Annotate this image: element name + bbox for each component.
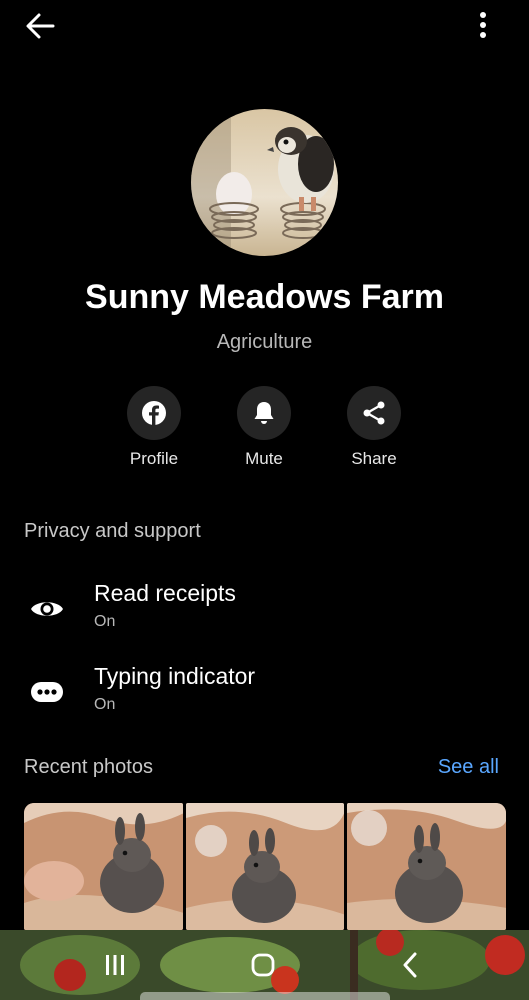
avatar[interactable]: [191, 109, 338, 256]
profile-action-circle[interactable]: [127, 386, 181, 440]
privacy-section-title: Privacy and support: [24, 520, 201, 542]
photo-thumbnail[interactable]: [347, 803, 507, 930]
mute-action-label: Mute: [245, 449, 283, 468]
recent-photos-grid: [24, 803, 507, 930]
system-nav-bar: [0, 930, 529, 1000]
typing-dots-icon: [31, 682, 63, 702]
bunny-photo: [24, 803, 183, 930]
see-all-link[interactable]: See all: [438, 756, 499, 779]
read-receipts-title: Read receipts: [94, 580, 236, 606]
recent-photos-title: Recent photos: [24, 756, 153, 778]
read-receipts-status: On: [94, 613, 116, 630]
bell-icon: [254, 402, 274, 424]
top-bar: [0, 0, 529, 50]
chick-and-egg-photo: [191, 109, 338, 256]
back-chevron-icon: [403, 952, 417, 978]
photo-thumbnail[interactable]: [24, 803, 183, 930]
back-button[interactable]: [22, 8, 58, 44]
profile-action-label: Profile: [129, 449, 179, 468]
photo-thumbnail[interactable]: [185, 803, 345, 930]
facebook-icon: [142, 401, 166, 425]
recents-button[interactable]: [95, 950, 135, 980]
more-vertical-icon: [480, 12, 486, 38]
eye-icon-wrap: [28, 594, 66, 624]
recents-icon: [106, 955, 124, 975]
share-action-label: Share: [351, 449, 397, 468]
typing-icon-wrap: [28, 677, 66, 707]
typing-indicator-status: On: [94, 696, 116, 713]
share-icon: [363, 401, 385, 425]
read-receipts-row[interactable]: Read receipts On: [0, 580, 529, 640]
share-action-circle[interactable]: [347, 386, 401, 440]
typing-indicator-row[interactable]: Typing indicator On: [0, 663, 529, 723]
page-title: Sunny Meadows Farm: [85, 278, 444, 316]
mute-action[interactable]: Mute: [214, 386, 314, 469]
page-category: Agriculture: [216, 331, 313, 353]
nav-back-button[interactable]: [390, 950, 430, 980]
more-options-button[interactable]: [473, 8, 493, 42]
typing-indicator-title: Typing indicator: [94, 663, 256, 689]
share-action[interactable]: Share: [324, 386, 424, 469]
home-icon: [251, 953, 275, 977]
eye-icon: [31, 602, 63, 616]
home-button[interactable]: [243, 950, 283, 980]
bunny-photo: [185, 803, 345, 930]
mute-action-circle[interactable]: [237, 386, 291, 440]
arrow-left-icon: [26, 13, 55, 39]
bunny-photo: [347, 803, 507, 930]
gesture-handle: [140, 992, 390, 1000]
profile-action[interactable]: Profile: [104, 386, 204, 469]
